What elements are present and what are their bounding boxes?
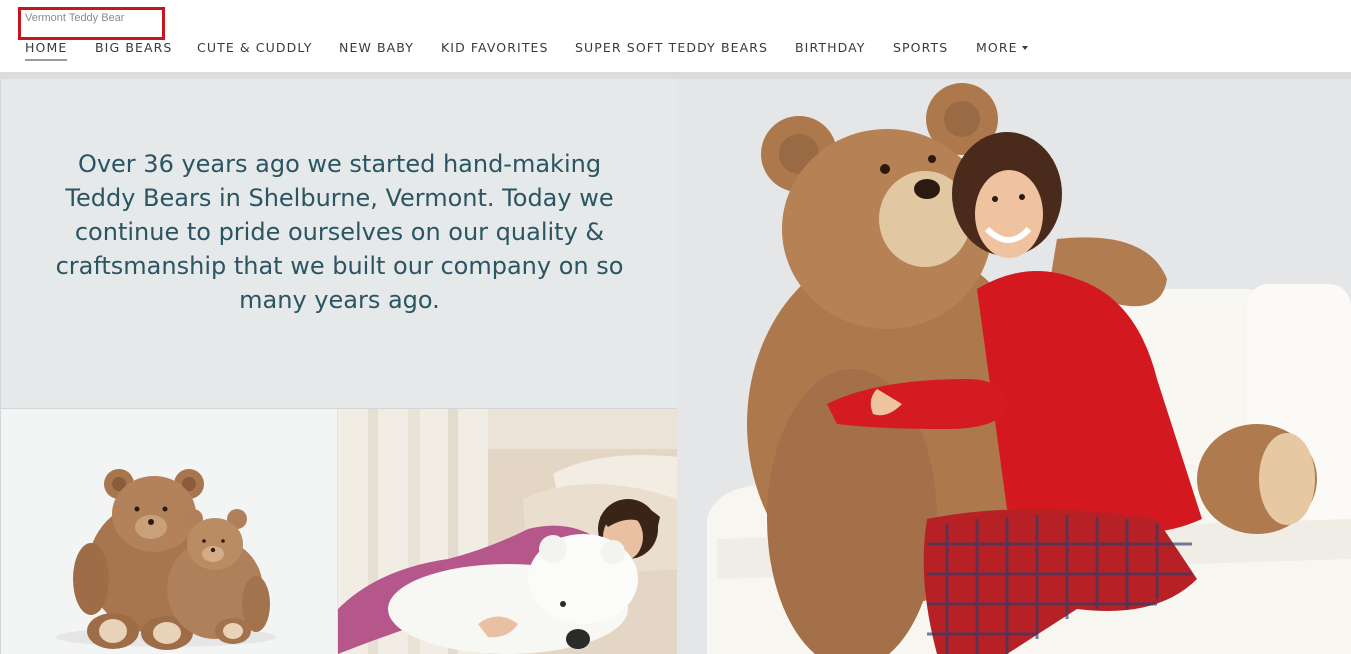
- nav-item-birthday[interactable]: BIRTHDAY: [795, 40, 866, 56]
- nav-item-sports[interactable]: SPORTS: [893, 40, 948, 56]
- woman-polar-bear-image: [338, 409, 677, 654]
- nav-item-kid-favorites[interactable]: KID FAVORITES: [441, 40, 549, 56]
- header-divider: [0, 72, 1351, 79]
- nav-item-big-bears[interactable]: BIG BEARS: [95, 40, 172, 56]
- nav-item-home[interactable]: HOME: [25, 40, 68, 61]
- giant-bear-hug-image: [677, 79, 1351, 654]
- brand-logo-text[interactable]: Vermont Teddy Bear: [25, 12, 124, 24]
- nav-more-label: MORE: [976, 40, 1018, 55]
- intro-panel: Over 36 years ago we started hand-making…: [0, 79, 677, 409]
- chevron-down-icon: [1021, 45, 1028, 50]
- intro-text: Over 36 years ago we started hand-making…: [55, 150, 624, 314]
- nav-item-super-soft[interactable]: SUPER SOFT TEDDY BEARS: [575, 40, 768, 56]
- hero-photo-giant-bear[interactable]: [677, 79, 1351, 654]
- main-nav: HOME BIG BEARS CUTE & CUDDLY NEW BABY KI…: [0, 40, 1351, 64]
- tile-two-bears[interactable]: [0, 409, 338, 654]
- tile-woman-polar-bear[interactable]: [338, 409, 677, 654]
- nav-item-new-baby[interactable]: NEW BABY: [339, 40, 414, 56]
- nav-item-cute-cuddly[interactable]: CUTE & CUDDLY: [197, 40, 312, 56]
- site-header: Vermont Teddy Bear HOME BIG BEARS CUTE &…: [0, 0, 1351, 72]
- nav-item-more[interactable]: MORE: [976, 40, 1028, 56]
- teddy-bears-image: [56, 469, 276, 650]
